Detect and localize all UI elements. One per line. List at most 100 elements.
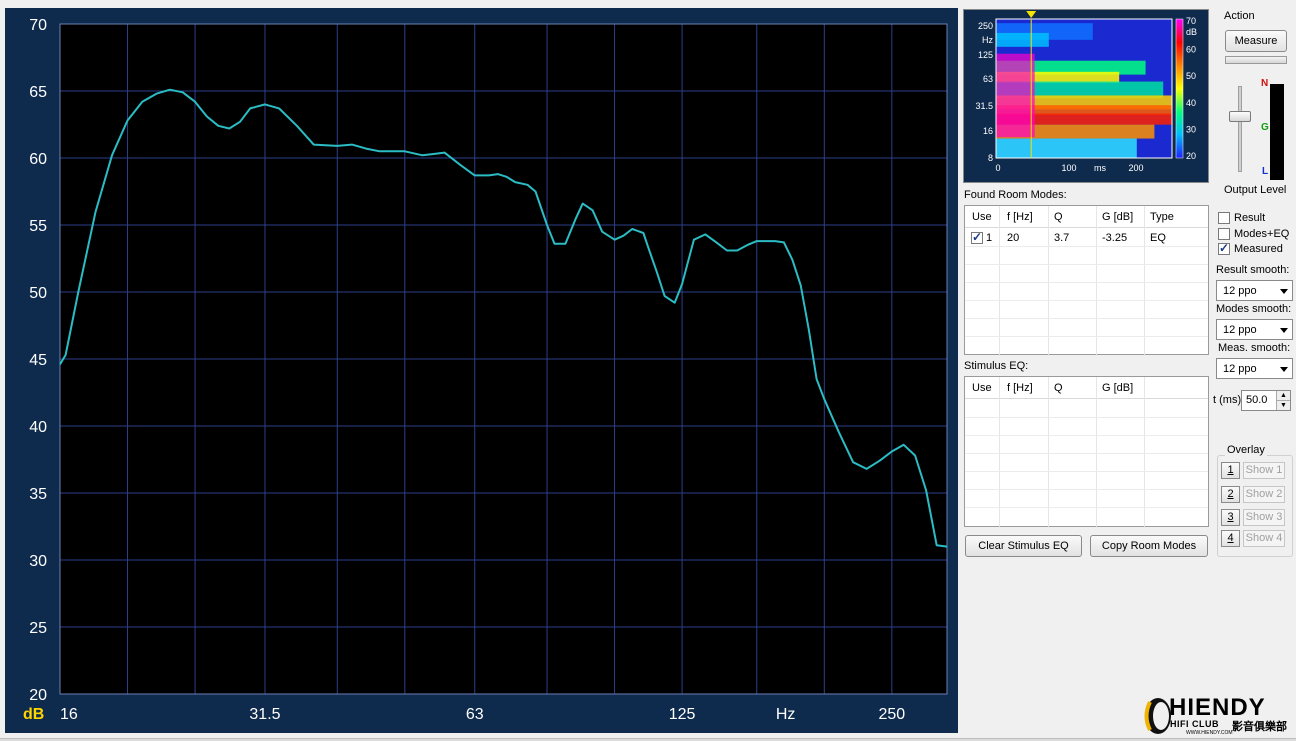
mode-index: 1: [986, 232, 993, 244]
mode-use-checkbox[interactable]: [971, 230, 983, 244]
logo-url-text: WWW.HIENDY.COM: [1186, 730, 1233, 736]
y-tick-label: 40: [29, 419, 47, 436]
y-unit-label: dB: [23, 706, 44, 723]
spectrogram-band: [996, 32, 1049, 47]
logo-cjk-text: 影音俱樂部: [1232, 721, 1287, 733]
result-smooth-label: Result smooth:: [1216, 264, 1290, 276]
overlay-4-button[interactable]: 4: [1221, 530, 1240, 547]
stimulus-eq-table[interactable]: Use f [Hz] Q G [dB]: [964, 376, 1209, 528]
hiendy-logo: HIENDY HIFI CLUB 影音俱樂部 WWW.HIENDY.COM: [1143, 694, 1293, 737]
col-header-freq[interactable]: f [Hz]: [1007, 211, 1033, 223]
spectrogram-x-tick-label: ms: [1094, 163, 1106, 173]
modes-eq-checkbox-label[interactable]: Modes+EQ: [1234, 228, 1289, 240]
frequency-response-panel: 70 65 60 55 50 45 40 35 30 25 20 16 31.5 63 125 250 dB Hz: [5, 8, 958, 733]
output-level-label: Output Level: [1224, 184, 1287, 196]
col-separator: [1096, 206, 1097, 356]
x-tick-label: 63: [466, 706, 484, 723]
spectrogram-y-tick-label: 8: [988, 153, 993, 163]
spectrogram-y-tick-label: 63: [983, 74, 993, 84]
result-smooth-select[interactable]: 12 ppo: [1216, 280, 1293, 301]
found-room-modes-header: Use f [Hz] Q G [dB] Type: [965, 206, 1208, 228]
col-header-use[interactable]: Use: [972, 382, 992, 394]
time-window-value[interactable]: 50.0: [1246, 394, 1267, 406]
meas-smooth-select[interactable]: 12 ppo: [1216, 358, 1293, 379]
y-tick-label: 20: [29, 687, 47, 704]
output-level-meter: N G L: [1261, 78, 1284, 180]
meter-n-marker: N: [1261, 78, 1269, 89]
col-header-use[interactable]: Use: [972, 211, 992, 223]
measure-button[interactable]: Measure: [1225, 30, 1287, 52]
colorbar-tick-label: 30: [1186, 124, 1196, 134]
spectrogram-x-tick-label: 100: [1061, 163, 1076, 173]
overlay-group-label: Overlay: [1225, 444, 1267, 456]
overlay-show-2-button[interactable]: Show 2: [1243, 486, 1285, 503]
spin-down-icon[interactable]: ▼: [1276, 401, 1290, 410]
overlay-2-button[interactable]: 2: [1221, 486, 1240, 503]
result-smooth-value: 12 ppo: [1223, 285, 1257, 297]
frequency-response-chart[interactable]: 70 65 60 55 50 45 40 35 30 25 20 16 31.5 63 125 250 dB Hz: [5, 8, 958, 733]
spectrogram-chart[interactable]: 250 125 63 31.5 16 8 Hz 0 100 ms 200 70 60 50 40 30 20 dB: [964, 10, 1210, 184]
row-separator: [965, 282, 1208, 283]
logo-subline-text: HIFI CLUB: [1170, 719, 1219, 729]
chevron-down-icon: [1280, 328, 1288, 333]
y-tick-label: 30: [29, 553, 47, 570]
overlay-show-1-button[interactable]: Show 1: [1243, 462, 1285, 479]
clear-stimulus-eq-button[interactable]: Clear Stimulus EQ: [965, 535, 1082, 557]
mode-type[interactable]: EQ: [1150, 232, 1166, 244]
row-separator: [965, 489, 1208, 490]
y-tick-label: 60: [29, 151, 47, 168]
x-tick-label: 250: [878, 706, 905, 723]
spectrogram-band: [996, 138, 1137, 158]
spectrogram-y-tick-label: 125: [978, 50, 993, 60]
result-checkbox-label[interactable]: Result: [1234, 212, 1265, 224]
output-level-slider-thumb[interactable]: [1229, 111, 1251, 122]
y-tick-label: 55: [29, 218, 47, 235]
y-tick-label: 45: [29, 352, 47, 369]
col-header-gain[interactable]: G [dB]: [1102, 211, 1133, 223]
measured-checkbox[interactable]: [1218, 241, 1230, 255]
modes-smooth-value: 12 ppo: [1223, 324, 1257, 336]
modes-smooth-select[interactable]: 12 ppo: [1216, 319, 1293, 340]
overlay-3-button[interactable]: 3: [1221, 509, 1240, 526]
row-separator: [965, 471, 1208, 472]
mode-q[interactable]: 3.7: [1054, 232, 1069, 244]
row-separator: [965, 435, 1208, 436]
colorbar-tick-label: 70: [1186, 16, 1196, 26]
result-checkbox[interactable]: [1218, 212, 1230, 224]
action-group-label: Action: [1224, 10, 1255, 22]
colorbar-tick-label: 20: [1186, 151, 1196, 161]
row-separator: [965, 300, 1208, 301]
y-tick-label: 35: [29, 486, 47, 503]
overlay-show-4-button[interactable]: Show 4: [1243, 530, 1285, 547]
y-tick-label: 50: [29, 285, 47, 302]
col-separator: [1048, 206, 1049, 356]
copy-room-modes-button[interactable]: Copy Room Modes: [1090, 535, 1208, 557]
modes-eq-checkbox[interactable]: [1218, 228, 1230, 240]
spectrogram-x-tick-label: 0: [995, 163, 1000, 173]
col-header-freq[interactable]: f [Hz]: [1007, 382, 1033, 394]
time-marker-handle-icon[interactable]: [1026, 11, 1037, 18]
overlay-1-button[interactable]: 1: [1221, 462, 1240, 479]
spectrogram-y-tick-label: 16: [983, 126, 993, 136]
stimulus-eq-header: Use f [Hz] Q G [dB]: [965, 377, 1208, 399]
col-separator: [999, 206, 1000, 356]
mode-frequency[interactable]: 20: [1007, 232, 1019, 244]
time-window-spinbox[interactable]: 50.0 ▲ ▼: [1241, 390, 1291, 411]
row-separator: [965, 417, 1208, 418]
colorbar-tick-label: 60: [1186, 45, 1196, 55]
col-header-q[interactable]: Q: [1054, 211, 1063, 223]
found-room-modes-table[interactable]: Use f [Hz] Q G [dB] Type 1 20 3.7 -3.25 …: [964, 205, 1209, 356]
x-tick-label: 31.5: [249, 706, 280, 723]
x-tick-label: 16: [60, 706, 78, 723]
colorbar-unit-label: dB: [1186, 27, 1197, 37]
measured-checkbox-label[interactable]: Measured: [1234, 243, 1283, 255]
mode-gain[interactable]: -3.25: [1102, 232, 1127, 244]
output-level-slider-track[interactable]: [1238, 86, 1242, 172]
spectrogram-x-tick-label: 200: [1128, 163, 1143, 173]
overlay-show-3-button[interactable]: Show 3: [1243, 509, 1285, 526]
spin-up-icon[interactable]: ▲: [1276, 391, 1290, 401]
col-header-type[interactable]: Type: [1150, 211, 1174, 223]
col-header-q[interactable]: Q: [1054, 382, 1063, 394]
spectrogram-y-unit-label: Hz: [982, 35, 993, 45]
col-header-gain[interactable]: G [dB]: [1102, 382, 1133, 394]
